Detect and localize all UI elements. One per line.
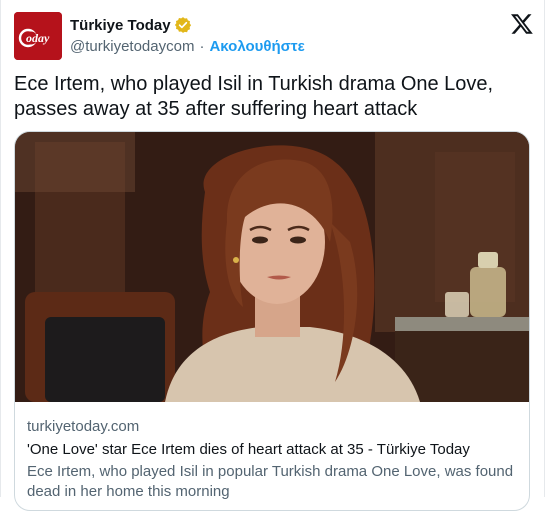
tweet-embed: oday Türkiye Today @turkiyetodaycom · Ακ… <box>0 0 545 511</box>
turkiye-today-logo-icon: oday <box>14 12 62 60</box>
x-logo-icon[interactable] <box>510 12 534 36</box>
separator-dot: · <box>199 38 205 55</box>
card-title[interactable]: 'One Love' star Ece Irtem dies of heart … <box>27 440 523 460</box>
link-card[interactable]: turkiyetoday.com 'One Love' star Ece Irt… <box>14 131 530 511</box>
tweet-text: Ece Irtem, who played Isil in Turkish dr… <box>14 73 494 120</box>
handle-row: @turkiyetodaycom · Ακολουθήστε <box>70 38 305 55</box>
card-description: Ece Irtem, who played Isil in popular Tu… <box>27 463 514 500</box>
account-avatar[interactable]: oday <box>14 12 62 60</box>
card-domain[interactable]: turkiyetoday.com <box>27 417 523 436</box>
follow-button[interactable]: Ακολουθήστε <box>209 38 304 55</box>
account-handle[interactable]: @turkiyetodaycom <box>70 38 194 55</box>
svg-text:oday: oday <box>26 31 50 45</box>
verified-badge-icon <box>174 17 191 33</box>
tweet-header: oday Türkiye Today @turkiyetodaycom · Ακ… <box>14 12 534 60</box>
name-row: Türkiye Today <box>70 16 192 34</box>
card-meta: turkiyetoday.com 'One Love' star Ece Irt… <box>27 417 523 502</box>
display-name[interactable]: Türkiye Today <box>70 17 171 34</box>
card-image[interactable] <box>15 132 530 402</box>
